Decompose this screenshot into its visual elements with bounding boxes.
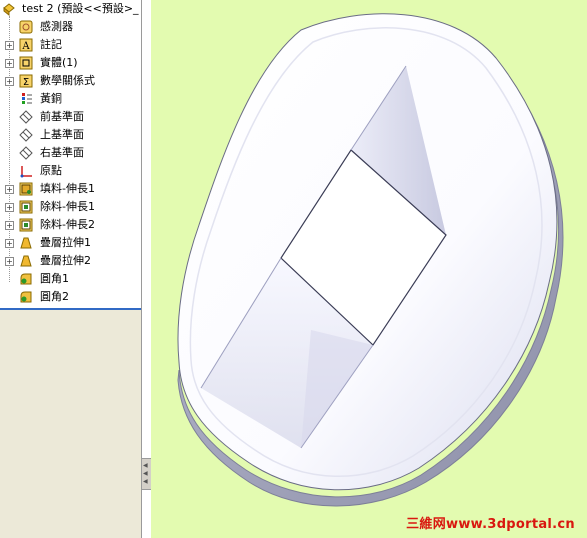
boss-extrude-icon	[19, 182, 33, 196]
cut-extrude-icon	[19, 200, 33, 214]
tree-item-label: 實體(1)	[40, 56, 78, 69]
tree-item-label: 感測器	[40, 20, 73, 33]
graphics-area[interactable]: 三維网www.3dportal.cn	[151, 0, 587, 538]
loft-icon	[20, 255, 32, 267]
tree-item-label: 圓角2	[40, 290, 69, 303]
plane-icon	[19, 128, 33, 142]
tree-item-label: 除料-伸長1	[40, 200, 95, 213]
watermark-text: 三維网www.3dportal.cn	[406, 517, 575, 532]
part-icon	[3, 3, 15, 16]
svg-text:A: A	[21, 41, 30, 52]
tree-item-label: 數學關係式	[40, 74, 95, 87]
tree-item-label: 上基準面	[40, 128, 84, 141]
sensor-icon	[19, 20, 33, 34]
tree-item-label: 原點	[40, 164, 62, 177]
tree-item-label: 黃銅	[40, 92, 62, 105]
tree-item-label: 疊層拉伸1	[40, 236, 91, 249]
plane-icon	[19, 110, 33, 124]
expand-toggle-icon[interactable]: +	[5, 203, 14, 212]
equations-icon: Σ	[19, 74, 33, 88]
expand-toggle-icon[interactable]: +	[5, 59, 14, 68]
origin-icon	[20, 166, 32, 178]
expand-toggle-icon[interactable]: +	[5, 41, 14, 50]
expand-toggle-icon[interactable]: +	[5, 239, 14, 248]
fillet-icon	[20, 273, 32, 285]
expand-toggle-icon[interactable]: +	[5, 77, 14, 86]
tree-item-label: 前基準面	[40, 110, 84, 123]
feature-manager-tree: test 2 (預設<<預設>_ 感測器 + A 註記 + 實體(1) + Σ 數學關係式黃銅前…	[0, 0, 142, 538]
expand-toggle-icon[interactable]: +	[5, 185, 14, 194]
tree-item-label: 除料-伸長2	[40, 218, 95, 231]
tree-root-label: test 2 (預設<<預設>_	[22, 2, 139, 15]
expand-toggle-icon[interactable]: +	[5, 221, 14, 230]
solid-bodies-icon	[19, 56, 33, 70]
cut-extrude-icon	[19, 218, 33, 232]
tree-item-label: 註記	[40, 38, 62, 51]
plane-icon	[19, 146, 33, 160]
annotation-icon: A	[19, 38, 33, 52]
expand-toggle-icon[interactable]: +	[5, 257, 14, 266]
3d-model-view[interactable]	[151, 0, 587, 538]
tree-item-label: 疊層拉伸2	[40, 254, 91, 267]
tree-item-label: 右基準面	[40, 146, 84, 159]
tree-item-label: 填料-伸長1	[40, 182, 95, 195]
tree-item-label: 圓角1	[40, 272, 69, 285]
svg-text:Σ: Σ	[23, 77, 29, 88]
feature-tree-list: test 2 (預設<<預設>_ 感測器 + A 註記 + 實體(1) + Σ 數學關係式黃銅前…	[0, 0, 141, 310]
rollback-bar[interactable]	[0, 308, 141, 310]
loft-icon	[20, 237, 32, 249]
fillet-icon	[20, 291, 32, 303]
material-icon	[22, 93, 32, 104]
